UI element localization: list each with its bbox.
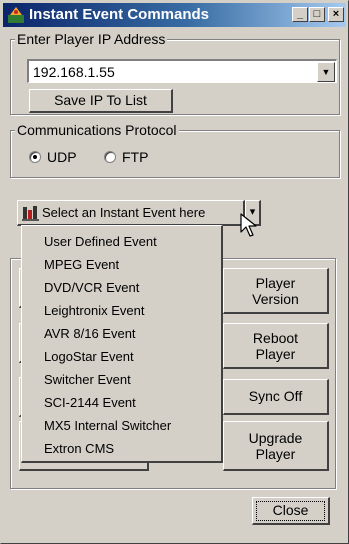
upgrade-player-line2: Player — [255, 446, 296, 462]
close-button[interactable]: Close — [252, 497, 330, 525]
player-version-line1: Player — [255, 275, 296, 291]
menu-item-avr-8-16-event[interactable]: AVR 8/16 Event — [44, 326, 136, 341]
save-ip-to-list-button[interactable]: Save IP To List — [29, 89, 173, 113]
player-version-line2: Version — [252, 291, 299, 307]
select-instant-event-label: Select an Instant Event here — [42, 205, 206, 220]
menu-item-sci-2144-event[interactable]: SCI-2144 Event — [44, 395, 136, 410]
player-ip-value[interactable]: 192.168.1.55 — [33, 64, 115, 80]
close-button-label: Close — [256, 501, 325, 521]
player-ip-combobox[interactable]: 192.168.1.55 ▼ — [27, 59, 337, 83]
mouse-pointer-icon — [240, 213, 257, 237]
upgrade-player-button[interactable]: Upgrade Player — [223, 421, 329, 471]
reboot-player-line2: Player — [255, 346, 296, 362]
ip-address-group-label: Enter Player IP Address — [15, 31, 168, 47]
app-icon — [8, 7, 24, 23]
menu-item-extron-cms[interactable]: Extron CMS — [44, 441, 114, 456]
menu-item-leightronix-event[interactable]: Leightronix Event — [44, 303, 144, 318]
window-title: Instant Event Commands — [29, 6, 210, 23]
minimize-button[interactable]: _ — [292, 7, 308, 22]
menu-item-mx5-internal-switcher[interactable]: MX5 Internal Switcher — [44, 418, 171, 433]
close-window-button[interactable]: × — [328, 7, 344, 22]
menu-item-dvd-vcr-event[interactable]: DVD/VCR Event — [44, 280, 139, 295]
title-bar[interactable]: Instant Event Commands _ □ × — [3, 3, 346, 27]
menu-item-user-defined-event[interactable]: User Defined Event — [44, 234, 157, 249]
menu-item-switcher-event[interactable]: Switcher Event — [44, 372, 131, 387]
udp-radio[interactable] — [29, 151, 41, 163]
reboot-player-line1: Reboot — [252, 330, 299, 346]
ftp-radio[interactable] — [104, 151, 116, 163]
menu-item-mpeg-event[interactable]: MPEG Event — [44, 257, 119, 272]
menu-item-logostar-event[interactable]: LogoStar Event — [44, 349, 134, 364]
instant-event-menu: User Defined Event MPEG Event DVD/VCR Ev… — [21, 225, 223, 463]
communications-protocol-label: Communications Protocol — [15, 122, 179, 138]
radio-selected-dot — [33, 155, 37, 159]
player-version-button[interactable]: Player Version — [223, 268, 329, 314]
maximize-button[interactable]: □ — [309, 7, 325, 22]
select-instant-event-button[interactable]: Select an Instant Event here — [17, 200, 245, 226]
chevron-down-icon[interactable]: ▼ — [317, 62, 335, 82]
udp-label[interactable]: UDP — [47, 149, 77, 165]
ftp-label[interactable]: FTP — [122, 149, 148, 165]
sync-off-button[interactable]: Sync Off — [223, 379, 329, 415]
event-icon — [22, 206, 39, 221]
upgrade-player-line1: Upgrade — [248, 430, 303, 446]
instant-event-commands-window: Instant Event Commands _ □ × Enter Playe… — [0, 0, 349, 544]
reboot-player-button[interactable]: Reboot Player — [223, 323, 329, 369]
